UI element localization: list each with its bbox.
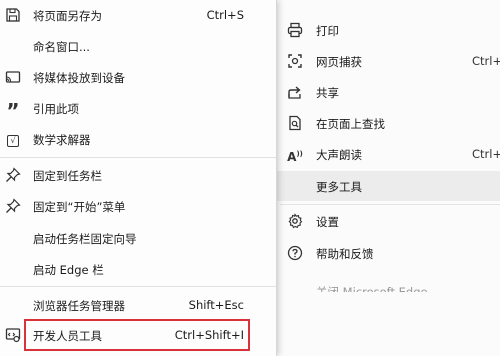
pin-icon	[5, 167, 21, 183]
submenu-item-cast-media[interactable]: 将媒体投放到设备	[0, 62, 276, 92]
submenu-item-label: 固定到“开始”菜单	[33, 200, 126, 214]
menu-item-more-tools[interactable]: 更多工具	[262, 171, 500, 201]
divider	[0, 286, 276, 287]
submenu-item-edge-bar[interactable]: 启动 Edge 栏	[0, 254, 276, 284]
more-tools-submenu: 将页面另存为 Ctrl+S 命名窗口... 将媒体投放到设备 ” 引用此项 √ …	[0, 0, 277, 356]
menu-item-label: 打印	[316, 24, 339, 38]
quote-icon: ”	[6, 99, 20, 123]
help-icon	[287, 245, 303, 261]
menu-item-read-aloud[interactable]: A)) 大声朗读 Ctrl+	[262, 139, 500, 169]
menu-item-label: 关闭 Microsoft Edge	[316, 285, 428, 299]
menu-item-settings[interactable]: 设置	[262, 206, 500, 236]
submenu-item-label: 命名窗口...	[33, 40, 90, 54]
save-icon	[5, 7, 21, 23]
share-icon	[287, 84, 303, 100]
cast-icon	[5, 69, 21, 85]
submenu-item-label: 浏览器任务管理器	[33, 299, 125, 313]
menu-item-shortcut: Ctrl+	[472, 147, 500, 161]
main-menu: 打印 网页捕获 Ctrl+ 共享 在页面上查找 A)) 大声朗读 Ctrl+ 更…	[262, 0, 500, 356]
menu-item-label: 共享	[316, 86, 339, 100]
submenu-item-label: 将页面另存为	[33, 9, 102, 23]
menu-item-label: 帮助和反馈	[316, 247, 374, 261]
menu-item-shortcut: Ctrl+	[472, 54, 500, 68]
math-solver-icon: √	[5, 131, 21, 147]
menu-item-label: 设置	[316, 215, 339, 229]
developer-tools-highlight-box	[24, 319, 250, 351]
menu-item-label: 在页面上查找	[316, 117, 385, 131]
submenu-item-label: 启动任务栏固定向导	[33, 232, 137, 246]
submenu-item-shortcut: Shift+Esc	[188, 298, 244, 312]
menu-item-print[interactable]: 打印	[262, 15, 500, 45]
submenu-item-label: 启动 Edge 栏	[33, 263, 104, 277]
menu-item-web-capture[interactable]: 网页捕获 Ctrl+	[262, 46, 500, 76]
read-aloud-icon: A))	[287, 150, 303, 164]
submenu-item-cite-this[interactable]: ” 引用此项	[0, 93, 276, 123]
printer-icon	[287, 22, 303, 38]
submenu-item-pin-start[interactable]: 固定到“开始”菜单	[0, 191, 276, 221]
submenu-item-pin-taskbar[interactable]: 固定到任务栏	[0, 160, 276, 190]
dev-tools-icon	[5, 327, 21, 343]
submenu-item-label: 引用此项	[33, 102, 79, 116]
submenu-item-label: 固定到任务栏	[33, 169, 102, 183]
menu-item-close-edge[interactable]: 关闭 Microsoft Edge	[262, 276, 500, 306]
submenu-item-label: 将媒体投放到设备	[33, 71, 125, 85]
capture-icon	[287, 53, 303, 69]
divider	[0, 157, 276, 158]
menu-item-find-on-page[interactable]: 在页面上查找	[262, 108, 500, 138]
gear-icon	[287, 213, 303, 229]
find-icon	[287, 115, 303, 131]
divider	[280, 204, 500, 205]
submenu-item-save-page[interactable]: 将页面另存为 Ctrl+S	[0, 0, 276, 30]
menu-item-label: 网页捕获	[316, 55, 362, 69]
pin-icon	[5, 198, 21, 214]
submenu-item-label: 数学求解器	[33, 133, 91, 147]
submenu-item-task-manager[interactable]: 浏览器任务管理器 Shift+Esc	[0, 290, 276, 320]
submenu-item-name-window[interactable]: 命名窗口...	[0, 31, 276, 61]
submenu-item-shortcut: Ctrl+S	[206, 8, 244, 22]
submenu-item-pin-wizard[interactable]: 启动任务栏固定向导	[0, 223, 276, 253]
menu-item-label: 大声朗读	[316, 148, 362, 162]
menu-item-help-feedback[interactable]: 帮助和反馈	[262, 238, 500, 268]
menu-item-label: 更多工具	[316, 180, 362, 194]
submenu-item-math-solver[interactable]: √ 数学求解器	[0, 124, 276, 154]
menu-item-share[interactable]: 共享	[262, 77, 500, 107]
